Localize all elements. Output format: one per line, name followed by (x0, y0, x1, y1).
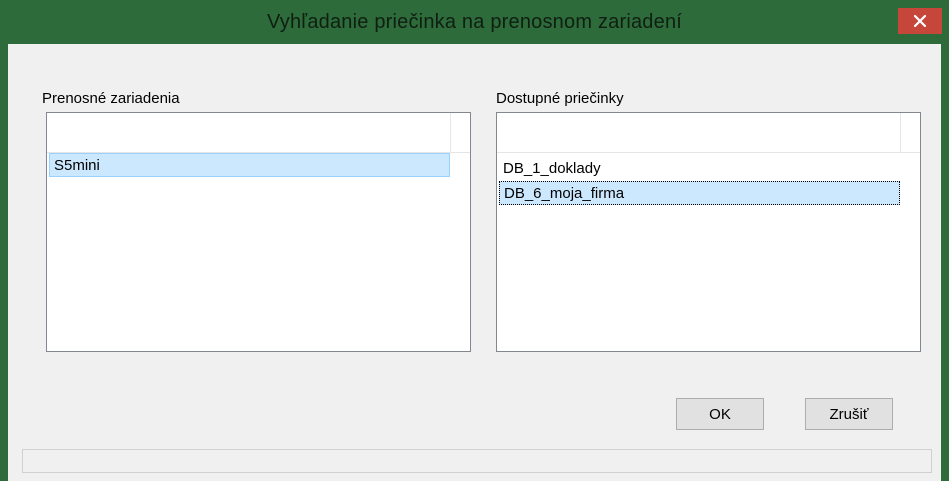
folder-item-selected[interactable]: DB_6_moja_firma (499, 181, 900, 205)
folder-item[interactable]: DB_1_doklady (499, 157, 900, 181)
dialog-window: Vyhľadanie priečinka na prenosnom zariad… (0, 0, 949, 481)
folders-list-header (497, 113, 920, 153)
folder-item-label: DB_6_moja_firma (504, 185, 625, 202)
folders-listbox[interactable]: DB_1_doklady DB_6_moja_firma (496, 112, 921, 352)
devices-label: Prenosné zariadenia (42, 90, 180, 107)
folders-label: Dostupné priečinky (496, 90, 624, 107)
devices-list-header (47, 113, 470, 153)
close-icon (913, 14, 927, 28)
ok-button[interactable]: OK (676, 398, 764, 430)
device-item[interactable]: S5mini (49, 153, 450, 177)
cancel-button[interactable]: Zrušiť (805, 398, 893, 430)
dialog-body: Prenosné zariadenia S5mini Dostupné prie… (8, 44, 941, 481)
title-bar[interactable]: Vyhľadanie priečinka na prenosnom zariad… (0, 0, 949, 44)
window-title: Vyhľadanie priečinka na prenosnom zariad… (266, 11, 683, 33)
devices-listbox[interactable]: S5mini (46, 112, 471, 352)
close-button[interactable] (898, 8, 942, 34)
status-bar (22, 449, 932, 473)
folder-item-label: DB_1_doklady (503, 160, 601, 177)
device-item-label: S5mini (54, 157, 100, 174)
